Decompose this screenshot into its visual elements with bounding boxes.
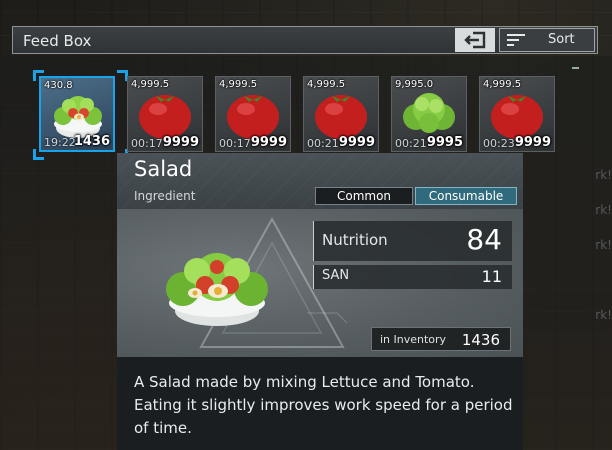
feed-box-title: Feed Box — [23, 32, 92, 50]
item-description-panel: A Salad made by mixing Lettuce and Tomat… — [117, 357, 523, 450]
san-value: 11 — [481, 267, 502, 286]
slot-quantity: 9999 — [514, 135, 551, 150]
inventory-value: 1436 — [461, 331, 500, 349]
nutrition-value: 84 — [466, 223, 502, 256]
item-name: Salad — [134, 157, 193, 181]
nutrition-stat: Nutrition 84 — [313, 221, 512, 261]
item-tooltip-header: Salad Ingredient Common Consumable — [117, 153, 523, 209]
slot-weight: 4,999.5 — [131, 79, 170, 90]
exit-arrow-icon — [464, 31, 486, 49]
slot-weight: 9,995.0 — [395, 79, 434, 90]
sort-label: Sort — [548, 32, 575, 47]
inventory-slot-salad[interactable]: 430.8 19:22 1436 — [39, 76, 115, 152]
sort-lines-icon — [507, 34, 525, 46]
slot-time: 19:22 — [44, 136, 76, 149]
back-button[interactable] — [455, 28, 495, 52]
san-label: SAN — [322, 268, 350, 283]
consumable-tag: Consumable — [415, 187, 517, 205]
inventory-slot-tomato[interactable]: 4,999.5 00:23 9999 — [479, 76, 555, 152]
inventory-slot-lettuce[interactable]: 9,995.0 00:21 9995 — [391, 76, 467, 152]
selection-corner — [33, 70, 44, 81]
slot-quantity: 1436 — [73, 134, 110, 149]
slot-time: 00:21 — [307, 137, 339, 150]
background-ghost-text: rk! — [595, 308, 612, 322]
background-ghost-text: rk! — [595, 238, 612, 252]
item-type: Ingredient — [134, 189, 196, 203]
slot-time: 00:21 — [395, 137, 427, 150]
inventory-slot-tomato[interactable]: 4,999.5 00:17 9999 — [215, 76, 291, 152]
nutrition-label: Nutrition — [322, 231, 388, 249]
inventory-slot-tomato[interactable]: 4,999.5 00:17 9999 — [127, 76, 203, 152]
sort-button[interactable]: Sort — [499, 28, 595, 52]
inventory-count: in Inventory 1436 — [371, 327, 511, 351]
rarity-tag: Common — [315, 187, 413, 205]
background-ghost-text: rk! — [595, 168, 612, 182]
slot-time: 00:23 — [483, 137, 515, 150]
scroll-indicator — [572, 67, 579, 69]
slot-weight: 4,999.5 — [307, 79, 346, 90]
slot-weight: 430.8 — [44, 80, 73, 91]
slot-time: 00:17 — [131, 137, 163, 150]
salad-illustration — [157, 241, 277, 335]
slot-quantity: 9999 — [250, 135, 287, 150]
slot-quantity: 9999 — [162, 135, 199, 150]
feed-box-header: Feed Box Sort — [12, 26, 598, 54]
slot-weight: 4,999.5 — [219, 79, 258, 90]
item-tooltip-body: Nutrition 84 SAN 11 in Inventory 1436 — [117, 209, 523, 357]
slot-weight: 4,999.5 — [483, 79, 522, 90]
slot-time: 00:17 — [219, 137, 251, 150]
item-description: A Salad made by mixing Lettuce and Tomat… — [134, 373, 513, 437]
san-stat: SAN 11 — [313, 265, 512, 289]
background-ghost-text: rk! — [595, 203, 612, 217]
selection-corner — [33, 149, 44, 160]
inventory-slot-tomato[interactable]: 4,999.5 00:21 9999 — [303, 76, 379, 152]
inventory-label: in Inventory — [380, 333, 447, 346]
slot-quantity: 9999 — [338, 135, 375, 150]
slot-quantity: 9995 — [426, 135, 463, 150]
